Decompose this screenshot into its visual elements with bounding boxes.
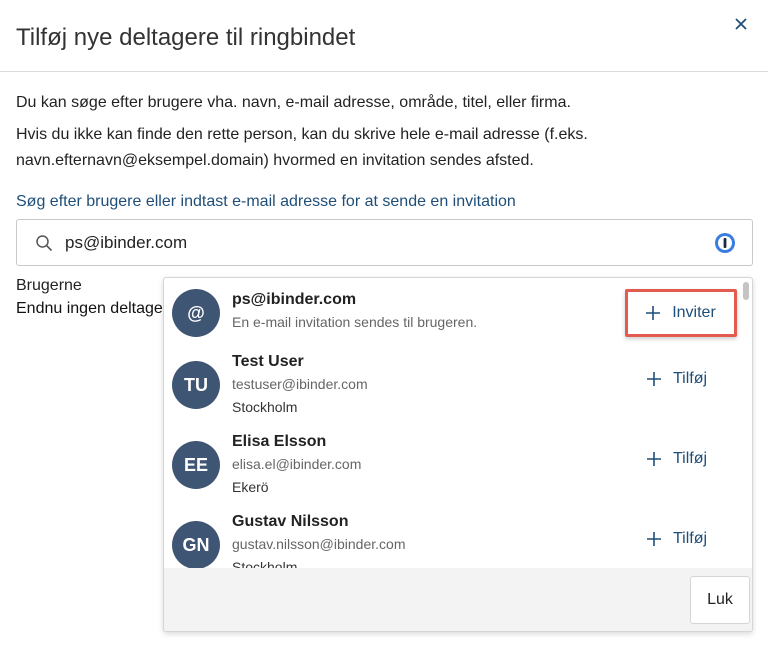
results-list[interactable]: @ ps@ibinder.com En e-mail invitation se… (164, 278, 742, 568)
avatar: @ (172, 289, 220, 337)
intro-line-2: Hvis du ikke kan finde den rette person,… (16, 126, 588, 169)
add-user-button[interactable]: Tilføj (647, 447, 707, 471)
user-location: Stockholm (232, 559, 298, 568)
add-button-label: Tilføj (673, 450, 708, 467)
list-item: GN Gustav Nilsson gustav.nilsson@ibinder… (164, 508, 742, 568)
invite-subtitle: En e-mail invitation sendes til brugeren… (232, 314, 478, 330)
user-email: gustav.nilsson@ibinder.com (232, 536, 406, 552)
dialog-header: Tilføj nye deltagere til ringbindet (0, 0, 768, 72)
search-icon (36, 235, 53, 252)
avatar: TU (172, 361, 220, 409)
avatar: GN (172, 521, 220, 568)
add-button-label: Tilføj (673, 530, 708, 547)
search-field[interactable] (16, 219, 753, 266)
user-email: elisa.el@ibinder.com (232, 456, 362, 472)
invite-row: @ ps@ibinder.com En e-mail invitation se… (164, 278, 742, 358)
avatar: EE (172, 441, 220, 489)
user-name: Test User (232, 353, 304, 370)
user-location: Stockholm (232, 399, 298, 415)
plus-icon (647, 532, 661, 546)
add-button-label: Tilføj (673, 370, 708, 387)
intro-line-1: Du kan søge efter brugere vha. navn, e-m… (16, 94, 571, 111)
users-empty-text: Endnu ingen deltagere (16, 300, 164, 317)
scrollbar[interactable] (743, 282, 749, 300)
list-item: TU Test User testuser@ibinder.com Stockh… (164, 348, 742, 428)
close-button[interactable] (730, 14, 752, 36)
invite-button-label: Inviter (672, 304, 716, 321)
intro-text: Du kan søge efter brugere vha. navn, e-m… (16, 92, 716, 182)
search-input[interactable] (65, 230, 685, 256)
plus-icon (646, 306, 661, 320)
close-dropdown-button[interactable]: Luk (690, 576, 750, 624)
list-item: EE Elisa Elsson elisa.el@ibinder.com Eke… (164, 428, 742, 508)
invite-email: ps@ibinder.com (232, 291, 357, 308)
add-user-button[interactable]: Tilføj (647, 527, 707, 551)
dialog-title: Tilføj nye deltagere til ringbindet (16, 24, 356, 51)
password-manager-icon[interactable] (714, 232, 736, 254)
add-user-button[interactable]: Tilføj (647, 367, 707, 391)
close-icon (735, 17, 747, 30)
user-location: Ekerö (232, 479, 269, 495)
search-label: Søg efter brugere eller indtast e-mail a… (16, 193, 516, 210)
user-name: Elisa Elsson (232, 433, 327, 450)
dropdown-footer: Luk (164, 568, 752, 631)
users-label: Brugerne (16, 277, 82, 294)
plus-icon (647, 452, 661, 466)
invite-button[interactable]: Inviter (625, 289, 737, 337)
search-results-dropdown: @ ps@ibinder.com En e-mail invitation se… (163, 277, 753, 632)
user-email: testuser@ibinder.com (232, 376, 368, 392)
plus-icon (647, 372, 661, 386)
user-name: Gustav Nilsson (232, 513, 349, 530)
